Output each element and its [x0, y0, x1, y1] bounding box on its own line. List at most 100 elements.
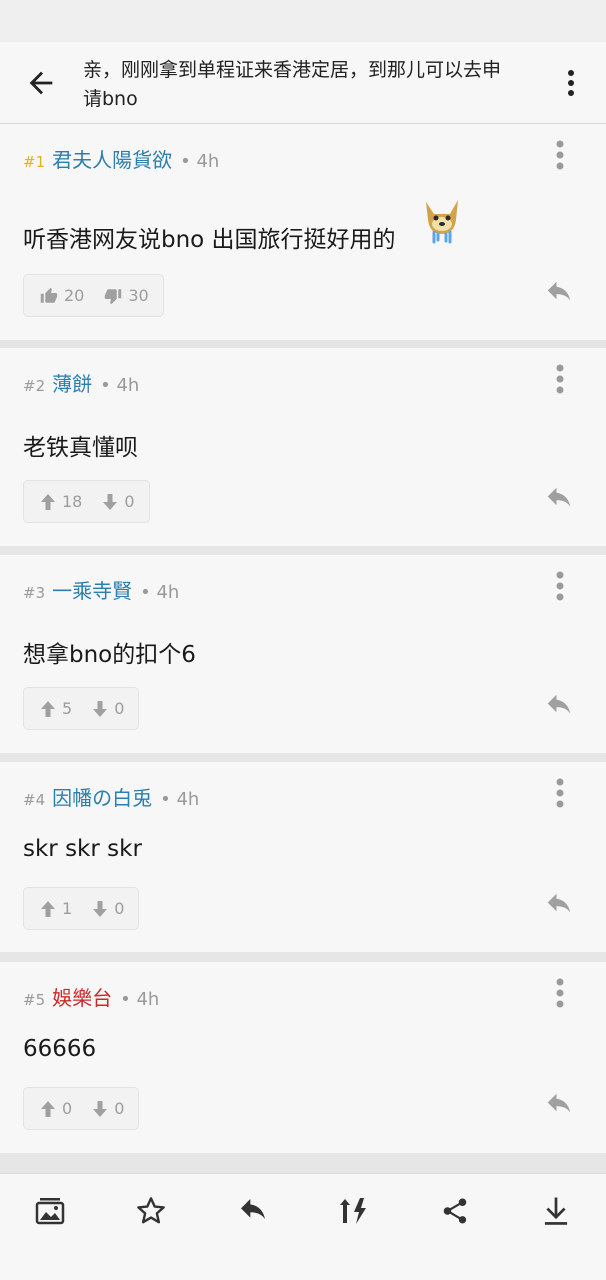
username[interactable]: 薄餅: [52, 368, 92, 397]
reply-item: #4 因幡の白兎 • 4h skr skr skr 1 0: [0, 762, 606, 952]
post-time: • 4h: [120, 989, 160, 1010]
arrow-left-icon: [29, 71, 53, 95]
reply-button[interactable]: [544, 1092, 574, 1118]
upvote-count: 1: [62, 899, 73, 918]
reply-item: #5 娛樂台 • 4h 66666 0 0: [0, 962, 606, 1153]
reply-menu-button[interactable]: [552, 978, 568, 1008]
downvote-button[interactable]: 0: [92, 699, 124, 718]
share-button[interactable]: [438, 1194, 472, 1228]
reply-button[interactable]: [544, 693, 574, 719]
floor-number: #2: [23, 377, 46, 395]
reply-header: #3 一乘寺賢 • 4h: [23, 575, 179, 603]
image-icon: [35, 1198, 65, 1225]
reply-icon: [241, 1199, 265, 1219]
thumbs-up-icon: [40, 287, 58, 303]
more-vertical-icon: [556, 140, 564, 170]
status-bar: [0, 0, 606, 42]
bottom-toolbar: [0, 1173, 606, 1280]
back-button[interactable]: [24, 66, 58, 100]
arrow-down-icon: [93, 1100, 108, 1117]
floor-number: #1: [23, 153, 46, 171]
vote-box: 5 0: [23, 687, 140, 730]
upvote-button[interactable]: 0: [40, 1099, 72, 1118]
floor-number: #3: [23, 584, 46, 602]
dog-emoji-icon: [426, 200, 458, 244]
more-menu-button[interactable]: [556, 68, 586, 98]
post-time: • 4h: [100, 375, 140, 396]
vote-box: 0 0: [23, 1087, 140, 1130]
reply-icon: [547, 1093, 571, 1113]
more-vertical-icon: [568, 70, 574, 96]
reply-menu-button[interactable]: [552, 364, 568, 394]
more-vertical-icon: [556, 978, 564, 1008]
reply-button[interactable]: [544, 280, 574, 306]
downvote-count: 0: [124, 492, 135, 511]
reply-button[interactable]: [544, 892, 574, 918]
sort-icon: [340, 1198, 366, 1224]
username[interactable]: 一乘寺賢: [52, 575, 132, 604]
share-icon: [443, 1198, 467, 1224]
more-vertical-icon: [556, 571, 564, 601]
downvote-button[interactable]: 0: [92, 1099, 124, 1118]
post-time: • 4h: [140, 582, 180, 603]
reply-header: #1 君夫人陽貨欲 • 4h: [23, 144, 219, 172]
reply-header: #5 娛樂台 • 4h: [23, 982, 159, 1010]
downvote-button[interactable]: 0: [102, 492, 135, 511]
more-vertical-icon: [556, 364, 564, 394]
vote-box: 20 30: [23, 274, 164, 317]
reply-menu-button[interactable]: [552, 140, 568, 170]
reply-content: 想拿bno的扣个6: [23, 642, 196, 668]
reply-thread-button[interactable]: [236, 1194, 270, 1228]
reply-content: 听香港网友说bno 出国旅行挺好用的: [23, 227, 396, 253]
thumbs-down-icon: [105, 288, 122, 304]
reply-button[interactable]: [544, 486, 574, 512]
scroll-to-bottom-button[interactable]: [539, 1194, 573, 1228]
downvote-count: 0: [114, 1099, 125, 1118]
app-bar: 亲，刚刚拿到单程证来香港定居，到那儿可以去申请bno: [0, 42, 606, 124]
topic-title: 亲，刚刚拿到单程证来香港定居，到那儿可以去申请bno: [83, 59, 502, 110]
arrow-down-icon: [93, 900, 108, 917]
reply-content: 66666: [23, 1036, 97, 1062]
reply-item: #1 君夫人陽貨欲 • 4h 听香港网友说bno 出国旅行挺好用的 20 30: [0, 124, 606, 340]
favorite-button[interactable]: [134, 1194, 168, 1228]
reply-icon: [547, 694, 571, 714]
reply-icon: [547, 487, 571, 507]
upvote-button[interactable]: 5: [40, 699, 72, 718]
dislike-count: 30: [128, 286, 149, 305]
post-time: • 4h: [160, 789, 200, 810]
reply-menu-button[interactable]: [552, 571, 568, 601]
username[interactable]: 因幡の白兎: [52, 782, 152, 811]
like-count: 20: [64, 286, 85, 305]
image-button[interactable]: [33, 1194, 67, 1228]
reply-content: 老铁真懂呗: [23, 435, 138, 461]
reply-icon: [547, 281, 571, 301]
arrow-up-icon: [41, 700, 55, 717]
upvote-button[interactable]: 1: [40, 899, 72, 918]
username[interactable]: 君夫人陽貨欲: [52, 144, 172, 173]
reply-icon: [547, 893, 571, 913]
reply-header: #2 薄餅 • 4h: [23, 368, 139, 396]
reply-content: skr skr skr: [23, 836, 142, 862]
upvote-count: 18: [62, 492, 83, 511]
star-icon: [137, 1197, 165, 1224]
floor-number: #5: [23, 991, 46, 1009]
dislike-button[interactable]: 30: [104, 286, 149, 305]
arrow-up-icon: [41, 900, 55, 917]
more-vertical-icon: [556, 778, 564, 808]
upvote-button[interactable]: 18: [40, 492, 82, 511]
reply-header: #4 因幡の白兎 • 4h: [23, 782, 199, 810]
post-time: • 4h: [180, 151, 220, 172]
download-icon: [544, 1197, 568, 1225]
floor-number: #4: [23, 791, 46, 809]
upvote-count: 0: [62, 1099, 73, 1118]
username[interactable]: 娛樂台: [52, 982, 112, 1011]
reply-item: #3 一乘寺賢 • 4h 想拿bno的扣个6 5 0: [0, 555, 606, 753]
downvote-button[interactable]: 0: [92, 899, 124, 918]
downvote-count: 0: [114, 899, 125, 918]
like-button[interactable]: 20: [40, 286, 84, 305]
arrow-up-icon: [41, 1100, 55, 1117]
reply-menu-button[interactable]: [552, 778, 568, 808]
sort-button[interactable]: [337, 1194, 371, 1228]
arrow-up-icon: [41, 493, 55, 510]
vote-box: 18 0: [23, 480, 150, 523]
